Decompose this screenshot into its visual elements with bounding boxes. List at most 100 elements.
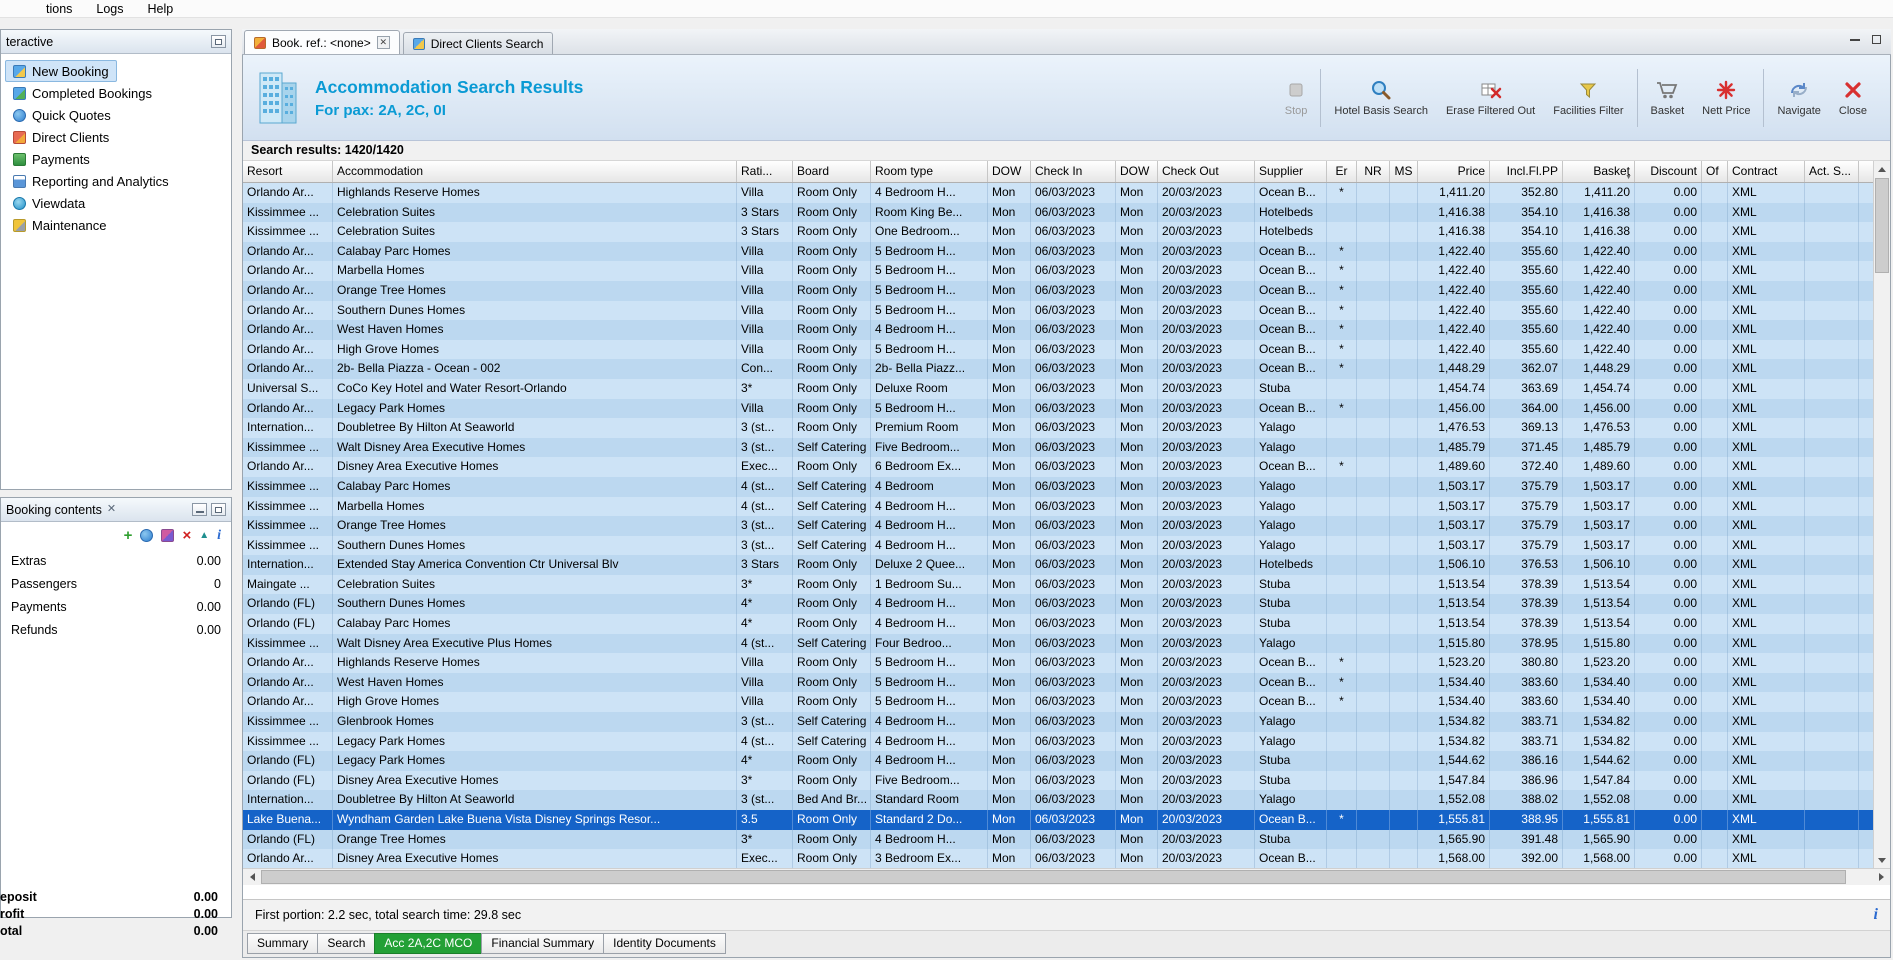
result-row[interactable]: Orlando (FL) Disney Area Executive Homes 3… xyxy=(243,770,1873,791)
column-header-act-s[interactable]: Act. S... xyxy=(1805,161,1859,182)
tab-booking-ref[interactable]: Book. ref.: <none> ✕ xyxy=(244,30,400,54)
panel-minimize-button[interactable] xyxy=(192,503,207,516)
move-up-icon[interactable]: ▲ xyxy=(199,529,209,542)
result-row[interactable]: Kissimmee ... Calabay Parc Homes 4 (st... S… xyxy=(243,476,1873,497)
sidebar-item-payments[interactable]: Payments xyxy=(5,148,98,170)
tab-direct-clients-search[interactable]: Direct Clients Search xyxy=(402,32,554,54)
result-row[interactable]: Orlando (FL) Southern Dunes Homes 4* Room O… xyxy=(243,594,1873,615)
column-header-discount[interactable]: Discount xyxy=(1635,161,1702,182)
scroll-right-icon[interactable] xyxy=(1874,869,1888,885)
basket-button[interactable]: Basket xyxy=(1642,78,1694,117)
tab-close-icon[interactable]: ✕ xyxy=(376,36,390,49)
components-icon[interactable] xyxy=(161,529,175,542)
sidebar-item-direct-clients[interactable]: Direct Clients xyxy=(5,126,117,148)
hotel-basis-search-button[interactable]: Hotel Basis Search xyxy=(1325,78,1437,117)
sidebar-item-maintenance[interactable]: Maintenance xyxy=(5,214,114,236)
result-row[interactable]: Kissimmee ... Marbella Homes 4 (st... Self … xyxy=(243,496,1873,517)
globe-icon[interactable] xyxy=(140,529,154,542)
result-row[interactable]: Maingate ... Celebration Suites 3* Room Onl… xyxy=(243,574,1873,595)
result-row-selected[interactable]: Lake Buena... Wyndham Garden Lake Buena V… xyxy=(243,810,1873,830)
column-header-dow[interactable]: DOW xyxy=(988,161,1031,182)
result-row[interactable]: Internation... Extended Stay America Conv… xyxy=(243,555,1873,575)
navigate-button[interactable]: Navigate xyxy=(1768,78,1829,117)
nett-price-button[interactable]: Nett Price xyxy=(1693,78,1759,117)
facilities-filter-button[interactable]: Facilities Filter xyxy=(1544,78,1632,117)
list-item-passengers[interactable]: Passengers 0 xyxy=(1,572,231,595)
column-header-incl-fl-pp[interactable]: Incl.Fl.PP xyxy=(1490,161,1563,182)
list-item-payments[interactable]: Payments 0.00 xyxy=(1,595,231,618)
menu-item-logs[interactable]: Logs xyxy=(96,2,123,16)
menu-item-help[interactable]: Help xyxy=(148,2,174,16)
list-item-extras[interactable]: Extras 0.00 xyxy=(1,549,231,572)
tab-summary[interactable]: Summary xyxy=(247,933,319,954)
result-row[interactable]: Kissimmee ... Walt Disney Area Executive … xyxy=(243,437,1873,458)
scroll-up-icon[interactable] xyxy=(1874,161,1890,177)
result-row[interactable]: Kissimmee ... Orange Tree Homes 3 (st... Se… xyxy=(243,516,1873,536)
column-header-price[interactable]: Price xyxy=(1418,161,1490,182)
tab-search[interactable]: Search xyxy=(317,933,376,954)
info-icon[interactable]: i xyxy=(217,529,221,543)
sidebar-item-viewdata[interactable]: Viewdata xyxy=(5,192,93,214)
tab-financial-summary[interactable]: Financial Summary xyxy=(481,933,605,954)
column-header-dow[interactable]: DOW xyxy=(1116,161,1158,182)
sidebar-item-completed-bookings[interactable]: Completed Bookings xyxy=(5,82,160,104)
delete-icon[interactable]: × xyxy=(182,528,191,543)
column-header-of[interactable]: Of xyxy=(1702,161,1728,182)
column-header-nr[interactable]: NR xyxy=(1357,161,1390,182)
column-header-board[interactable]: Board xyxy=(793,161,871,182)
column-header-er[interactable]: Er xyxy=(1327,161,1357,182)
add-icon[interactable]: + xyxy=(124,528,133,543)
result-row[interactable]: Orlando Ar... Disney Area Executive Homes… xyxy=(243,457,1873,477)
erase-filtered-out-button[interactable]: Erase Filtered Out xyxy=(1437,78,1544,117)
horizontal-scrollbar[interactable] xyxy=(243,868,1890,885)
result-row[interactable]: Kissimmee ... Celebration Suites 3 Stars Ro… xyxy=(243,202,1873,223)
tab-identity-documents[interactable]: Identity Documents xyxy=(603,933,726,954)
result-row[interactable]: Kissimmee ... Walt Disney Area Executive … xyxy=(243,633,1873,654)
result-row[interactable]: Orlando Ar... West Haven Homes Villa Room O… xyxy=(243,672,1873,693)
list-item-refunds[interactable]: Refunds 0.00 xyxy=(1,618,231,641)
column-header-rati[interactable]: Rati... xyxy=(737,161,793,182)
result-row[interactable]: Kissimmee ... Southern Dunes Homes 3 (st..… xyxy=(243,535,1873,556)
column-header-supplier[interactable]: Supplier xyxy=(1255,161,1327,182)
sidebar-item-new-booking[interactable]: New Booking xyxy=(5,60,117,82)
result-row[interactable]: Internation... Doubletree By Hilton At Se… xyxy=(243,418,1873,438)
tab-acc-2a2c-mco[interactable]: Acc 2A,2C MCO xyxy=(374,933,483,954)
result-row[interactable]: Orlando (FL) Legacy Park Homes 4* Room Only… xyxy=(243,751,1873,771)
stop-button[interactable]: Stop xyxy=(1276,78,1317,117)
result-row[interactable]: Orlando Ar... High Grove Homes Villa Room O… xyxy=(243,339,1873,360)
scroll-left-icon[interactable] xyxy=(245,869,259,885)
result-row[interactable]: Orlando Ar... Highlands Reserve Homes Vill… xyxy=(243,653,1873,673)
result-row[interactable]: Universal S... CoCo Key Hotel and Water R… xyxy=(243,378,1873,399)
restore-icon[interactable] xyxy=(1872,35,1881,44)
close-button[interactable]: Close xyxy=(1830,78,1876,117)
minimize-icon[interactable] xyxy=(1850,38,1860,41)
column-header-basket[interactable]: Basket ▼ xyxy=(1563,161,1635,182)
result-row[interactable]: Orlando Ar... Southern Dunes Homes Villa Ro… xyxy=(243,300,1873,321)
panel-close-icon[interactable]: ✕ xyxy=(107,504,116,515)
result-row[interactable]: Orlando Ar... Marbella Homes Villa Room Onl… xyxy=(243,261,1873,281)
result-row[interactable]: Orlando Ar... West Haven Homes Villa Room O… xyxy=(243,320,1873,340)
column-header-accommodation[interactable]: Accommodation xyxy=(333,161,737,182)
result-row[interactable]: Orlando Ar... High Grove Homes Villa Room O… xyxy=(243,692,1873,713)
scroll-down-icon[interactable] xyxy=(1874,852,1890,868)
result-row[interactable]: Orlando (FL) Orange Tree Homes 3* Room Only… xyxy=(243,829,1873,850)
panel-float-button[interactable] xyxy=(211,35,226,48)
column-header-check-in[interactable]: Check In xyxy=(1031,161,1116,182)
result-row[interactable]: Kissimmee ... Legacy Park Homes 4 (st... Se… xyxy=(243,731,1873,752)
column-header-room-type[interactable]: Room type xyxy=(871,161,988,182)
result-row[interactable]: Orlando Ar... 2b- Bella Piazza - Ocean - … xyxy=(243,359,1873,379)
column-header-ms[interactable]: MS xyxy=(1390,161,1418,182)
result-row[interactable]: Orlando Ar... Legacy Park Homes Villa Room … xyxy=(243,398,1873,419)
result-row[interactable]: Orlando Ar... Orange Tree Homes Villa Room … xyxy=(243,280,1873,301)
result-row[interactable]: Orlando (FL) Calabay Parc Homes 4* Room Onl… xyxy=(243,614,1873,634)
panel-float-button[interactable] xyxy=(211,503,226,516)
basket-filter-icon[interactable]: ▼ xyxy=(1625,167,1632,182)
result-row[interactable]: Orlando Ar... Calabay Parc Homes Villa Room… xyxy=(243,241,1873,262)
sidebar-item-quick-quotes[interactable]: Quick Quotes xyxy=(5,104,119,126)
vertical-scrollbar[interactable] xyxy=(1873,161,1890,868)
column-header-check-out[interactable]: Check Out xyxy=(1158,161,1255,182)
column-header-resort[interactable]: Resort xyxy=(243,161,333,182)
result-row[interactable]: Orlando Ar... Disney Area Executive Homes… xyxy=(243,849,1873,868)
sidebar-item-reporting-analytics[interactable]: Reporting and Analytics xyxy=(5,170,177,192)
menu-item-tions[interactable]: tions xyxy=(46,2,72,16)
